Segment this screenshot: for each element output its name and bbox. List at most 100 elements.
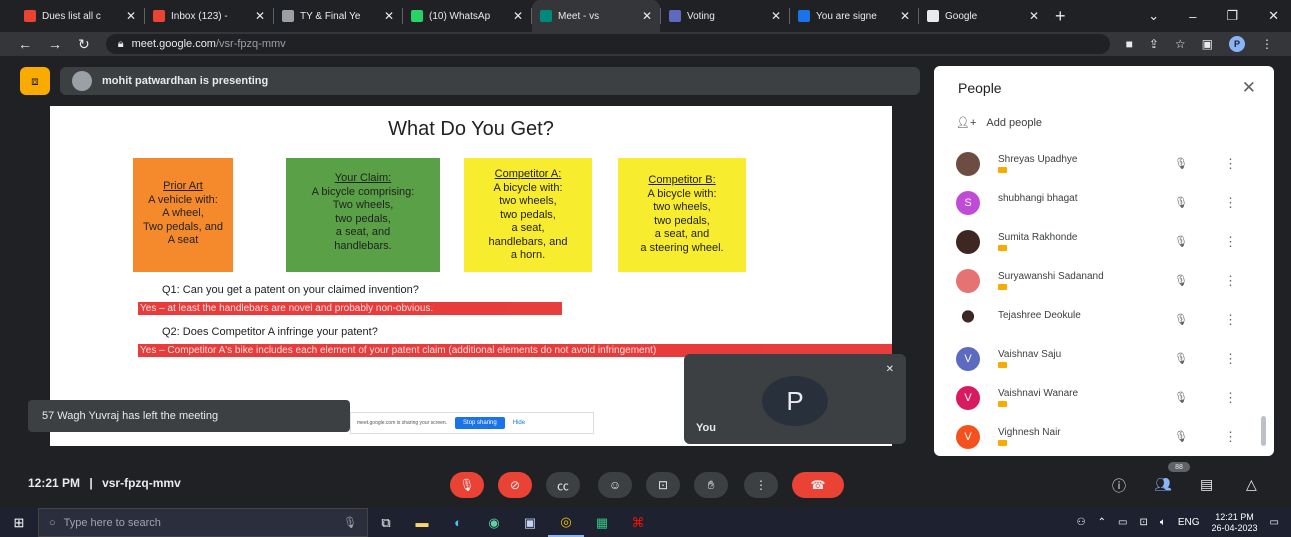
mic-off-icon[interactable]: 🎙︎ xyxy=(1174,391,1188,404)
share-icon[interactable]: ⇪ xyxy=(1149,37,1159,51)
chrome-icon[interactable]: ◎ xyxy=(548,508,584,537)
mic-toggle-button[interactable]: 🎙︎ xyxy=(450,472,484,498)
profile-avatar[interactable]: P xyxy=(1229,36,1245,52)
hide-sharing-link[interactable]: Hide xyxy=(513,420,525,426)
mic-off-icon[interactable]: 🎙︎ xyxy=(1174,235,1188,248)
excel-icon[interactable]: ▦ xyxy=(584,508,620,537)
participant-row[interactable]: Tejashree Deokule 🎙︎ ⋮ xyxy=(934,300,1274,339)
close-tab-icon[interactable]: ✕ xyxy=(900,9,910,23)
network-icon[interactable]: ⊡ xyxy=(1139,517,1147,528)
windows-start-button[interactable]: ⊞ xyxy=(0,515,38,531)
battery-icon[interactable]: ▭ xyxy=(1118,517,1127,528)
presentation-toggle-button[interactable]: ⧈ xyxy=(20,67,50,95)
participant-row[interactable]: V Vaishnavi Wanare 🎙︎ ⋮ xyxy=(934,378,1274,417)
close-tab-icon[interactable]: ✕ xyxy=(1029,9,1039,23)
browser-tab[interactable]: Meet - vs ✕ xyxy=(532,0,660,32)
more-vert-icon[interactable]: ⋮ xyxy=(1224,234,1237,250)
browser-tab[interactable]: Dues list all c ✕ xyxy=(16,0,144,32)
more-vert-icon[interactable]: ⋮ xyxy=(1224,195,1237,211)
language-indicator[interactable]: ENG xyxy=(1178,517,1200,528)
close-tab-icon[interactable]: ✕ xyxy=(126,9,136,23)
participant-row[interactable]: V Vaishnav Saju 🎙︎ ⋮ xyxy=(934,339,1274,378)
more-options-button[interactable]: ⋮ xyxy=(744,472,778,498)
box-heading: Competitor A: xyxy=(494,168,562,180)
stop-sharing-button[interactable]: Stop sharing xyxy=(455,417,505,429)
notification-icon[interactable]: ▭ xyxy=(1270,517,1279,528)
mic-off-icon[interactable]: 🎙︎ xyxy=(1174,157,1188,170)
task-view-button[interactable]: ⧉ xyxy=(368,508,404,537)
activities-icon[interactable]: △ xyxy=(1246,476,1257,493)
participant-row[interactable]: Sumita Rakhonde 🎙︎ ⋮ xyxy=(934,222,1274,261)
volume-icon[interactable]: 🔈︎ xyxy=(1160,517,1166,528)
close-tab-icon[interactable]: ✕ xyxy=(642,9,652,23)
more-vert-icon[interactable]: ⋮ xyxy=(1224,429,1237,445)
maximize-button[interactable]: ❐ xyxy=(1226,8,1238,24)
box-line: two pedals, xyxy=(654,214,710,227)
close-tab-icon[interactable]: ✕ xyxy=(513,9,523,23)
browser-tab[interactable]: (10) WhatsAp ✕ xyxy=(403,0,531,32)
mic-off-icon[interactable]: 🎙︎ xyxy=(1174,196,1188,209)
reactions-button[interactable]: ☺ xyxy=(598,472,632,498)
browser-tab[interactable]: Inbox (123) - ✕ xyxy=(145,0,273,32)
mic-off-icon[interactable]: 🎙︎ xyxy=(1174,430,1188,443)
bookmark-star-icon[interactable]: ☆ xyxy=(1175,37,1186,51)
menu-kebab-icon[interactable]: ⋮ xyxy=(1261,37,1273,51)
present-now-button[interactable]: ⊡ xyxy=(646,472,680,498)
file-explorer-icon[interactable]: ▬ xyxy=(404,508,440,537)
close-window-button[interactable]: ✕ xyxy=(1268,8,1279,24)
more-vert-icon[interactable]: ⋮ xyxy=(1224,273,1237,289)
raise-hand-button[interactable]: ✋︎ xyxy=(694,472,728,498)
address-bar[interactable]: 🔒︎ meet.google.com/vsr-fpzq-mmv xyxy=(105,34,1110,54)
scrollbar[interactable] xyxy=(1261,416,1266,446)
people-count-badge: 88 xyxy=(1168,462,1190,472)
more-vert-icon[interactable]: ⋮ xyxy=(1224,351,1237,367)
acrobat-icon[interactable]: ⌘ xyxy=(620,508,656,537)
mic-off-icon[interactable]: 🎙︎ xyxy=(1174,352,1188,365)
participant-row[interactable]: V Vighnesh Nair 🎙︎ ⋮ xyxy=(934,417,1274,456)
camera-toggle-button[interactable]: ⊘ xyxy=(498,472,532,498)
browser-tab[interactable]: You are signe ✕ xyxy=(790,0,918,32)
people-panel: People ✕ 👤︎+ Add people Shreyas Upadhye 🎙… xyxy=(934,66,1274,456)
close-icon[interactable]: ✕ xyxy=(1242,78,1256,98)
participant-avatar: V xyxy=(956,346,980,371)
close-tab-icon[interactable]: ✕ xyxy=(255,9,265,23)
photos-icon[interactable]: ▣ xyxy=(512,508,548,537)
participant-row[interactable]: Sshubhangi bhagat 🎙︎ ⋮ xyxy=(934,183,1274,222)
mic-off-icon[interactable]: 🎙︎ xyxy=(1174,274,1188,287)
new-tab-button[interactable]: + xyxy=(1055,6,1066,27)
more-vert-icon[interactable]: ⋮ xyxy=(1224,312,1237,328)
tab-search-icon[interactable]: ⌄ xyxy=(1148,8,1159,24)
participant-row[interactable]: Shreyas Upadhye 🎙︎ ⋮ xyxy=(934,144,1274,183)
browser-tab[interactable]: Voting ✕ xyxy=(661,0,789,32)
add-people-button[interactable]: 👤︎+ Add people xyxy=(956,116,1042,130)
chevron-up-icon[interactable]: ⌃ xyxy=(1098,517,1106,528)
box-line: two wheels, xyxy=(653,201,711,213)
taskbar-search-box[interactable]: ○ Type here to search 🎙︎ xyxy=(38,508,368,537)
self-view-tile[interactable]: ✕ P You xyxy=(684,354,906,444)
people-tray-icon[interactable]: ⚇ xyxy=(1077,517,1086,528)
participant-row[interactable]: Suryawanshi Sadanand 🎙︎ ⋮ xyxy=(934,261,1274,300)
chat-icon[interactable]: ▤ xyxy=(1200,476,1213,493)
forward-icon[interactable]: → xyxy=(48,36,62,52)
back-icon[interactable]: ← xyxy=(18,36,32,52)
camera-indicator-icon[interactable]: ■ xyxy=(1126,37,1133,51)
side-panel-icon[interactable]: ▣ xyxy=(1202,37,1213,51)
mic-off-icon[interactable]: 🎙︎ xyxy=(1174,313,1188,326)
info-icon[interactable]: ⓘ xyxy=(1112,476,1126,496)
close-tab-icon[interactable]: ✕ xyxy=(771,9,781,23)
taskbar-clock[interactable]: 12:21 PM 26-04-2023 xyxy=(1212,512,1258,534)
tab-label: Meet - vs xyxy=(558,10,600,22)
minimize-button[interactable]: – xyxy=(1189,9,1196,24)
browser-tab[interactable]: Google ✕ xyxy=(919,0,1047,32)
browser-tab[interactable]: TY & Final Ye ✕ xyxy=(274,0,402,32)
leave-call-button[interactable]: ☎︎ xyxy=(792,472,844,498)
reload-icon[interactable]: ↻ xyxy=(78,36,90,53)
edge-icon[interactable]: ◐ xyxy=(440,508,476,537)
more-vert-icon[interactable]: ⋮ xyxy=(1224,156,1237,172)
people-icon[interactable]: 👥︎ xyxy=(1154,476,1172,493)
captions-button[interactable]: ㏄ xyxy=(546,472,580,498)
close-tab-icon[interactable]: ✕ xyxy=(384,9,394,23)
url-domain: meet.google.com xyxy=(131,38,216,50)
store-icon[interactable]: ◉ xyxy=(476,508,512,537)
more-vert-icon[interactable]: ⋮ xyxy=(1224,390,1237,406)
